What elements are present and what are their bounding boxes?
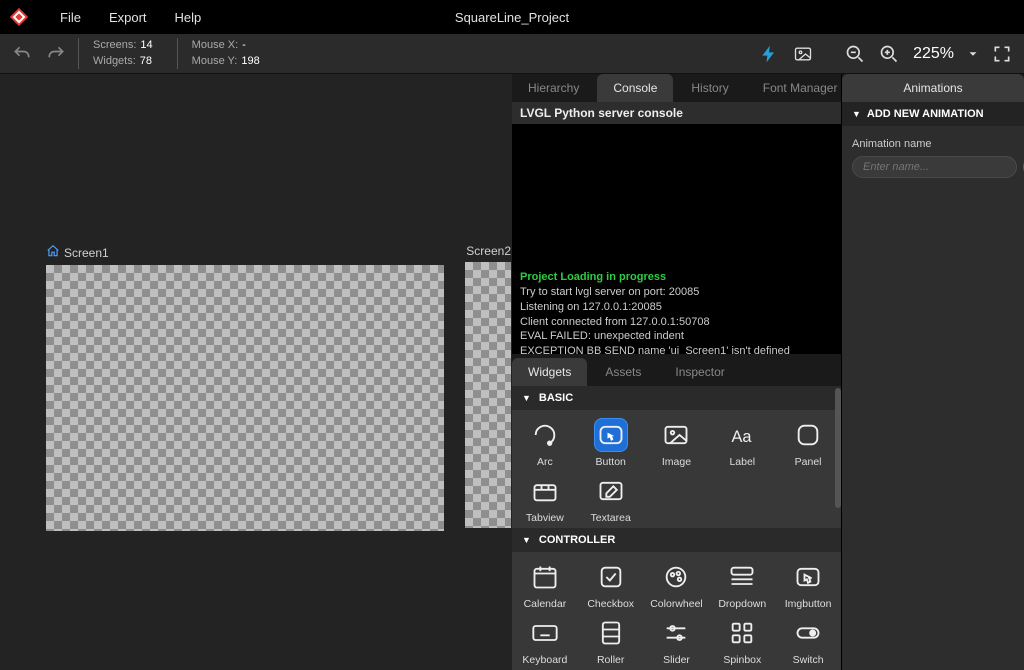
console-line: EVAL FAILED: unexpected indent — [520, 329, 833, 344]
widget-switch[interactable]: Switch — [775, 616, 841, 666]
zoom-value[interactable]: 225% — [913, 45, 954, 63]
widget-panel[interactable]: Panel — [775, 418, 841, 468]
console-output[interactable]: Project Loading in progress Try to start… — [512, 124, 841, 354]
widget-textarea[interactable]: Textarea — [578, 474, 644, 524]
widget-colorwheel[interactable]: Colorwheel — [644, 560, 710, 610]
animation-name-input[interactable] — [852, 156, 1017, 178]
screen1-label: Screen1 — [64, 246, 109, 260]
console-line: EXCEPTION BB SEND name 'ui_Screen1' isn'… — [520, 344, 833, 354]
undo-icon[interactable] — [10, 42, 34, 66]
widget-slider[interactable]: Slider — [644, 616, 710, 666]
widget-tabview[interactable]: Tabview — [512, 474, 578, 524]
widget-button[interactable]: Button — [578, 418, 644, 468]
zoom-out-icon[interactable] — [843, 42, 867, 66]
widget-grid-controller: Calendar Checkbox Colorwheel Dropdown Im… — [512, 552, 841, 670]
tab-widgets[interactable]: Widgets — [512, 358, 587, 386]
image-icon[interactable] — [791, 42, 815, 66]
screen1-preview[interactable] — [46, 265, 444, 531]
animation-name-label: Animation name — [852, 138, 1014, 150]
tab-font-manager[interactable]: Font Manager — [747, 74, 854, 102]
tab-animations[interactable]: Animations — [842, 74, 1024, 102]
widget-calendar[interactable]: Calendar — [512, 560, 578, 610]
tab-assets[interactable]: Assets — [589, 358, 657, 386]
console-line: Try to start lvgl server on port: 20085 — [520, 285, 833, 300]
console-title: LVGL Python server console — [512, 102, 841, 124]
screen2-label: Screen2 — [466, 244, 511, 258]
tab-history[interactable]: History — [675, 74, 744, 102]
fullscreen-icon[interactable] — [990, 42, 1014, 66]
widget-spinbox[interactable]: Spinbox — [709, 616, 775, 666]
zoom-in-icon[interactable] — [877, 42, 901, 66]
window-title: SquareLine_Project — [455, 10, 569, 25]
widget-image[interactable]: Image — [644, 418, 710, 468]
console-line: Client connected from 127.0.0.1:50708 — [520, 315, 833, 330]
stats-screens-widgets: Screens:14 Widgets:78 — [78, 38, 167, 69]
home-icon — [46, 244, 60, 261]
widget-keyboard[interactable]: Keyboard — [512, 616, 578, 666]
canvas[interactable]: Screen1 Screen2 — [0, 74, 512, 670]
widget-dropdown[interactable]: Dropdown — [709, 560, 775, 610]
menu-file[interactable]: File — [60, 10, 81, 25]
tab-console[interactable]: Console — [597, 74, 673, 102]
stats-mouse: Mouse X:- Mouse Y:198 — [177, 38, 274, 69]
redo-icon[interactable] — [44, 42, 68, 66]
widget-label[interactable]: AaLabel — [709, 418, 775, 468]
flash-icon[interactable] — [757, 42, 781, 66]
screen2-preview[interactable] — [465, 262, 511, 528]
chevron-down-icon[interactable] — [966, 42, 980, 66]
section-basic-header[interactable]: ▼BASIC — [512, 386, 841, 410]
widget-arc[interactable]: Arc — [512, 418, 578, 468]
tab-hierarchy[interactable]: Hierarchy — [512, 74, 595, 102]
lower-tabs: Widgets Assets Inspector — [512, 358, 841, 386]
widget-roller[interactable]: Roller — [578, 616, 644, 666]
animations-section-header[interactable]: ▼ADD NEW ANIMATION — [842, 102, 1024, 126]
widget-checkbox[interactable]: Checkbox — [578, 560, 644, 610]
svg-text:Aa: Aa — [732, 428, 753, 446]
widget-imgbutton[interactable]: Imgbutton — [775, 560, 841, 610]
right-tabs: Hierarchy Console History Font Manager — [512, 74, 841, 102]
toolbar: Screens:14 Widgets:78 Mouse X:- Mouse Y:… — [0, 34, 1024, 74]
menu-export[interactable]: Export — [109, 10, 147, 25]
menu-help[interactable]: Help — [175, 10, 202, 25]
widget-grid-basic: Arc Button Image AaLabel Panel Tabview T… — [512, 410, 841, 528]
menubar: File Export Help SquareLine_Project — [0, 0, 1024, 34]
app-logo-icon — [8, 6, 30, 28]
console-line: Listening on 127.0.0.1:20085 — [520, 300, 833, 315]
tab-inspector[interactable]: Inspector — [659, 358, 740, 386]
section-controller-header[interactable]: ▼CONTROLLER — [512, 528, 841, 552]
widgets-scrollbar[interactable] — [835, 388, 841, 508]
console-line: Project Loading in progress — [520, 270, 833, 285]
